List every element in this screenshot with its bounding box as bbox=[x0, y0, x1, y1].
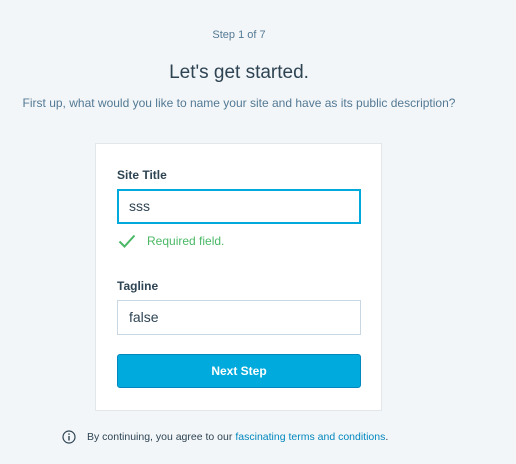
terms-link[interactable]: fascinating terms and conditions bbox=[235, 431, 385, 443]
site-title-validation: Required field. bbox=[118, 233, 224, 249]
info-icon bbox=[62, 430, 76, 444]
terms-prefix: By continuing, you agree to our bbox=[87, 431, 233, 443]
next-step-button[interactable]: Next Step bbox=[117, 354, 361, 388]
page-title: Let's get started. bbox=[169, 62, 309, 83]
terms-notice: By continuing, you agree to our fascinat… bbox=[62, 430, 388, 444]
site-title-label: Site Title bbox=[117, 168, 167, 182]
step-indicator: Step 1 of 7 bbox=[212, 29, 266, 41]
site-title-input[interactable]: sss bbox=[117, 189, 361, 224]
validation-message: Required field. bbox=[147, 234, 225, 248]
tagline-input[interactable]: false bbox=[117, 300, 361, 335]
tagline-label: Tagline bbox=[117, 279, 159, 293]
checkmark-icon bbox=[118, 234, 136, 248]
page-subtitle: First up, what would you like to name yo… bbox=[22, 96, 456, 110]
terms-suffix: . bbox=[385, 431, 389, 443]
